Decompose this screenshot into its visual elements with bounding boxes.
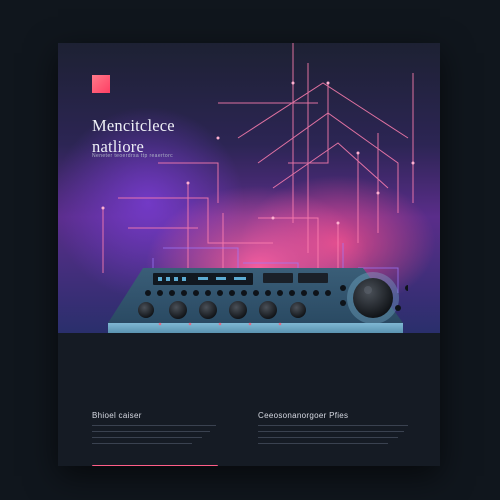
- poster-subtitle: Neneter teoerdrsa ttp reaertorc: [92, 153, 174, 159]
- poster-card: Mencitclece natliore Neneter teoerdrsa t…: [58, 43, 440, 466]
- accent-progress-bar: [92, 465, 218, 466]
- main-knob: [353, 278, 393, 318]
- poster-title-line-1: Mencitclece: [92, 116, 175, 135]
- brand-logo-square: [92, 75, 110, 93]
- poster-title: Mencitclece natliore: [92, 115, 175, 157]
- mixer-front-edge: [108, 323, 403, 333]
